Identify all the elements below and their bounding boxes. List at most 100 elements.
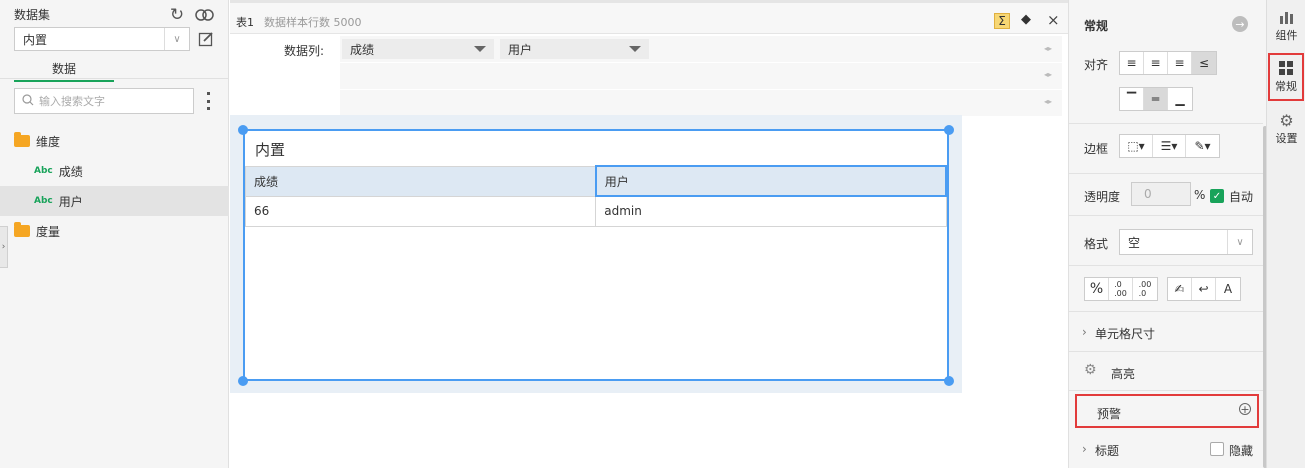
tree-label: 维度: [36, 134, 61, 149]
add-circle-icon[interactable]: +: [1239, 403, 1251, 416]
tab-general[interactable]: 常规: [1268, 53, 1304, 101]
percent-icon[interactable]: %: [1085, 278, 1109, 300]
opacity-label: 透明度: [1084, 190, 1121, 204]
warning-section[interactable]: 预警 +: [1075, 394, 1259, 428]
format-painter-icon[interactable]: ✍: [1168, 278, 1192, 300]
tab-label: 组件: [1275, 28, 1298, 42]
refresh-icon[interactable]: ↻: [166, 4, 188, 26]
highlight-section[interactable]: [1069, 352, 1263, 391]
auto-checkbox[interactable]: ✓: [1210, 189, 1224, 203]
resize-handle[interactable]: [238, 125, 248, 135]
align-left-icon[interactable]: ≡: [1120, 52, 1144, 74]
tree-field-user[interactable]: Abc 用户: [0, 186, 229, 216]
dataset-link-icon[interactable]: [194, 4, 216, 26]
search-input[interactable]: 输入搜索文字: [14, 88, 194, 114]
number-format-group: % .0.00 .00.0: [1084, 277, 1158, 301]
arrows-icon[interactable]: ◂▸: [1044, 97, 1052, 106]
dropdown-arrow-icon[interactable]: [629, 46, 641, 52]
table-widget[interactable]: 内置 成绩 用户 66 admin: [243, 129, 949, 381]
decimal-increase-icon[interactable]: .0.00: [1109, 278, 1133, 300]
format-value: 空: [1128, 235, 1141, 250]
dataset-panel: 数据集 ↻ 内置 ∨ 数据 输入搜索文字 维度 Abc 成绩 Abc 用户 度量…: [0, 0, 229, 468]
field-row-3[interactable]: [340, 90, 1062, 116]
properties-panel: 常规 → 对齐 ≡ ≡ ≡ ≤ ▔ ═ ▁ 边框 ⬚▾ ☰▾ ✎▾ 透明度 0 …: [1068, 0, 1267, 468]
opacity-input[interactable]: 0: [1131, 182, 1191, 206]
table-row: 66 admin: [244, 195, 947, 227]
resize-handle[interactable]: [944, 376, 954, 386]
dropdown-arrow-icon[interactable]: [474, 46, 486, 52]
align-center-icon[interactable]: ≡: [1144, 52, 1168, 74]
tree-label: 用户: [58, 194, 83, 209]
table-cell[interactable]: admin: [595, 195, 947, 227]
sum-icon[interactable]: Σ: [994, 13, 1010, 29]
field-pill-score[interactable]: 成绩: [342, 39, 494, 59]
border-line-icon[interactable]: ☰▾: [1153, 135, 1186, 157]
tab-components[interactable]: 组件: [1267, 6, 1305, 46]
report-canvas: 内置 成绩 用户 66 admin: [230, 115, 962, 393]
column-header[interactable]: 成绩: [244, 165, 597, 197]
gear-icon: ⚙: [1279, 110, 1294, 130]
resize-handle[interactable]: [238, 376, 248, 386]
align-middle-icon[interactable]: ═: [1144, 88, 1168, 110]
arrows-icon[interactable]: ◂▸: [1044, 44, 1052, 53]
tree-label: 成绩: [58, 164, 83, 179]
resize-handle[interactable]: [944, 125, 954, 135]
tab-label: 设置: [1275, 131, 1298, 145]
border-color-icon[interactable]: ✎▾: [1186, 135, 1219, 157]
eraser-icon[interactable]: ◆: [1021, 12, 1031, 27]
field-row-2[interactable]: [340, 63, 1062, 89]
decimal-decrease-icon[interactable]: .00.0: [1133, 278, 1157, 300]
text-type-icon: Abc: [34, 196, 53, 206]
folder-icon: [14, 132, 30, 147]
text-box-icon[interactable]: A: [1216, 278, 1240, 300]
column-header[interactable]: 用户: [594, 165, 948, 197]
dataset-select-value: 内置: [23, 32, 48, 47]
format-label: 格式: [1084, 237, 1109, 251]
expand-icon[interactable]: ›: [1082, 442, 1087, 456]
tree-label: 度量: [36, 224, 61, 239]
bar-chart-icon: [1279, 10, 1295, 27]
cell-size-label: 单元格尺寸: [1095, 327, 1156, 341]
tab-label: 常规: [1275, 79, 1297, 93]
border-style-icon[interactable]: ⬚▾: [1120, 135, 1153, 157]
percent-label: %: [1194, 188, 1206, 202]
text-type-icon: Abc: [34, 166, 53, 176]
horizontal-align-group: ≡ ≡ ≡ ≤: [1119, 51, 1217, 75]
align-right-icon[interactable]: ≡: [1168, 52, 1192, 74]
widget-title: 内置: [255, 141, 286, 159]
collapse-handle[interactable]: ›: [0, 226, 8, 268]
warning-label: 预警: [1097, 407, 1122, 421]
chevron-down-icon[interactable]: ∨: [164, 28, 189, 50]
side-tab-bar: 组件 常规 ⚙ 设置: [1266, 0, 1305, 468]
align-bottom-icon[interactable]: ▁: [1168, 88, 1192, 110]
format-select[interactable]: 空 ∨: [1119, 229, 1253, 255]
chevron-down-icon[interactable]: ∨: [1227, 230, 1252, 254]
grid-icon: [1279, 60, 1293, 78]
folder-icon: [14, 222, 30, 237]
tab-divider: [0, 78, 229, 79]
tab-settings[interactable]: ⚙ 设置: [1267, 108, 1305, 148]
hide-checkbox[interactable]: [1210, 442, 1224, 456]
edit-icon[interactable]: [196, 29, 216, 49]
cell-format-group: ✍ ↩ A: [1167, 277, 1241, 301]
editor-area: 表1 数据样本行数 5000 Σ ◆ × 数据列: 成绩 用户 ◂▸ ◂▸ ◂▸…: [230, 0, 1068, 468]
table-cell[interactable]: 66: [244, 195, 597, 227]
tree-folder-dimension[interactable]: 维度: [0, 126, 229, 156]
wrap-text-icon[interactable]: ↩: [1192, 278, 1216, 300]
expand-icon[interactable]: ›: [1082, 325, 1087, 339]
title-label: 标题: [1095, 444, 1120, 458]
align-justify-icon[interactable]: ≤: [1192, 52, 1216, 74]
dataset-select[interactable]: 内置 ∨: [14, 27, 190, 51]
align-label: 对齐: [1084, 58, 1109, 72]
close-icon[interactable]: ×: [1047, 11, 1060, 29]
hide-label: 隐藏: [1229, 444, 1254, 458]
tree-field-score[interactable]: Abc 成绩: [0, 156, 229, 186]
auto-label: 自动: [1229, 190, 1254, 204]
arrows-icon[interactable]: ◂▸: [1044, 70, 1052, 79]
field-pill-user[interactable]: 用户: [500, 39, 649, 59]
vertical-align-group: ▔ ═ ▁: [1119, 87, 1193, 111]
more-menu-icon[interactable]: [204, 92, 212, 110]
tree-folder-measure[interactable]: 度量: [0, 216, 229, 246]
align-top-icon[interactable]: ▔: [1120, 88, 1144, 110]
border-label: 边框: [1084, 142, 1109, 156]
